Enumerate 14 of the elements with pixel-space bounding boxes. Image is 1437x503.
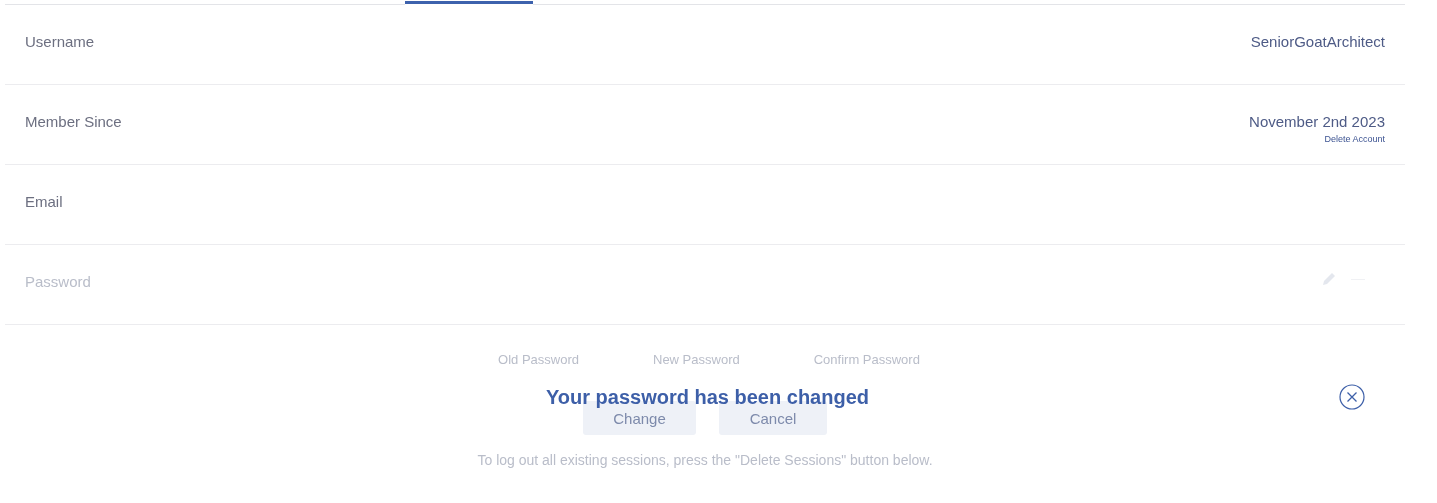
input-label: Confirm Password bbox=[813, 352, 920, 367]
field-label: Member Since bbox=[25, 112, 122, 132]
input-label: New Password bbox=[653, 352, 740, 367]
field-label: Password bbox=[25, 272, 91, 292]
field-value: SeniorGoatArchitect bbox=[1250, 33, 1385, 50]
field-label: Email bbox=[25, 192, 63, 212]
input-label: Old Password bbox=[498, 352, 579, 367]
tab[interactable] bbox=[405, 1, 533, 4]
field-label: Username bbox=[25, 32, 95, 52]
field-value: November 2nd 2023 bbox=[1249, 113, 1385, 130]
close-icon[interactable] bbox=[1339, 384, 1365, 410]
sessions-note: To log out all existing sessions, press the "Delete Sessions" button below. bbox=[477, 452, 933, 468]
delete-account-link[interactable]: Delete Account bbox=[1324, 134, 1385, 144]
pencil-icon[interactable] bbox=[1321, 271, 1337, 287]
